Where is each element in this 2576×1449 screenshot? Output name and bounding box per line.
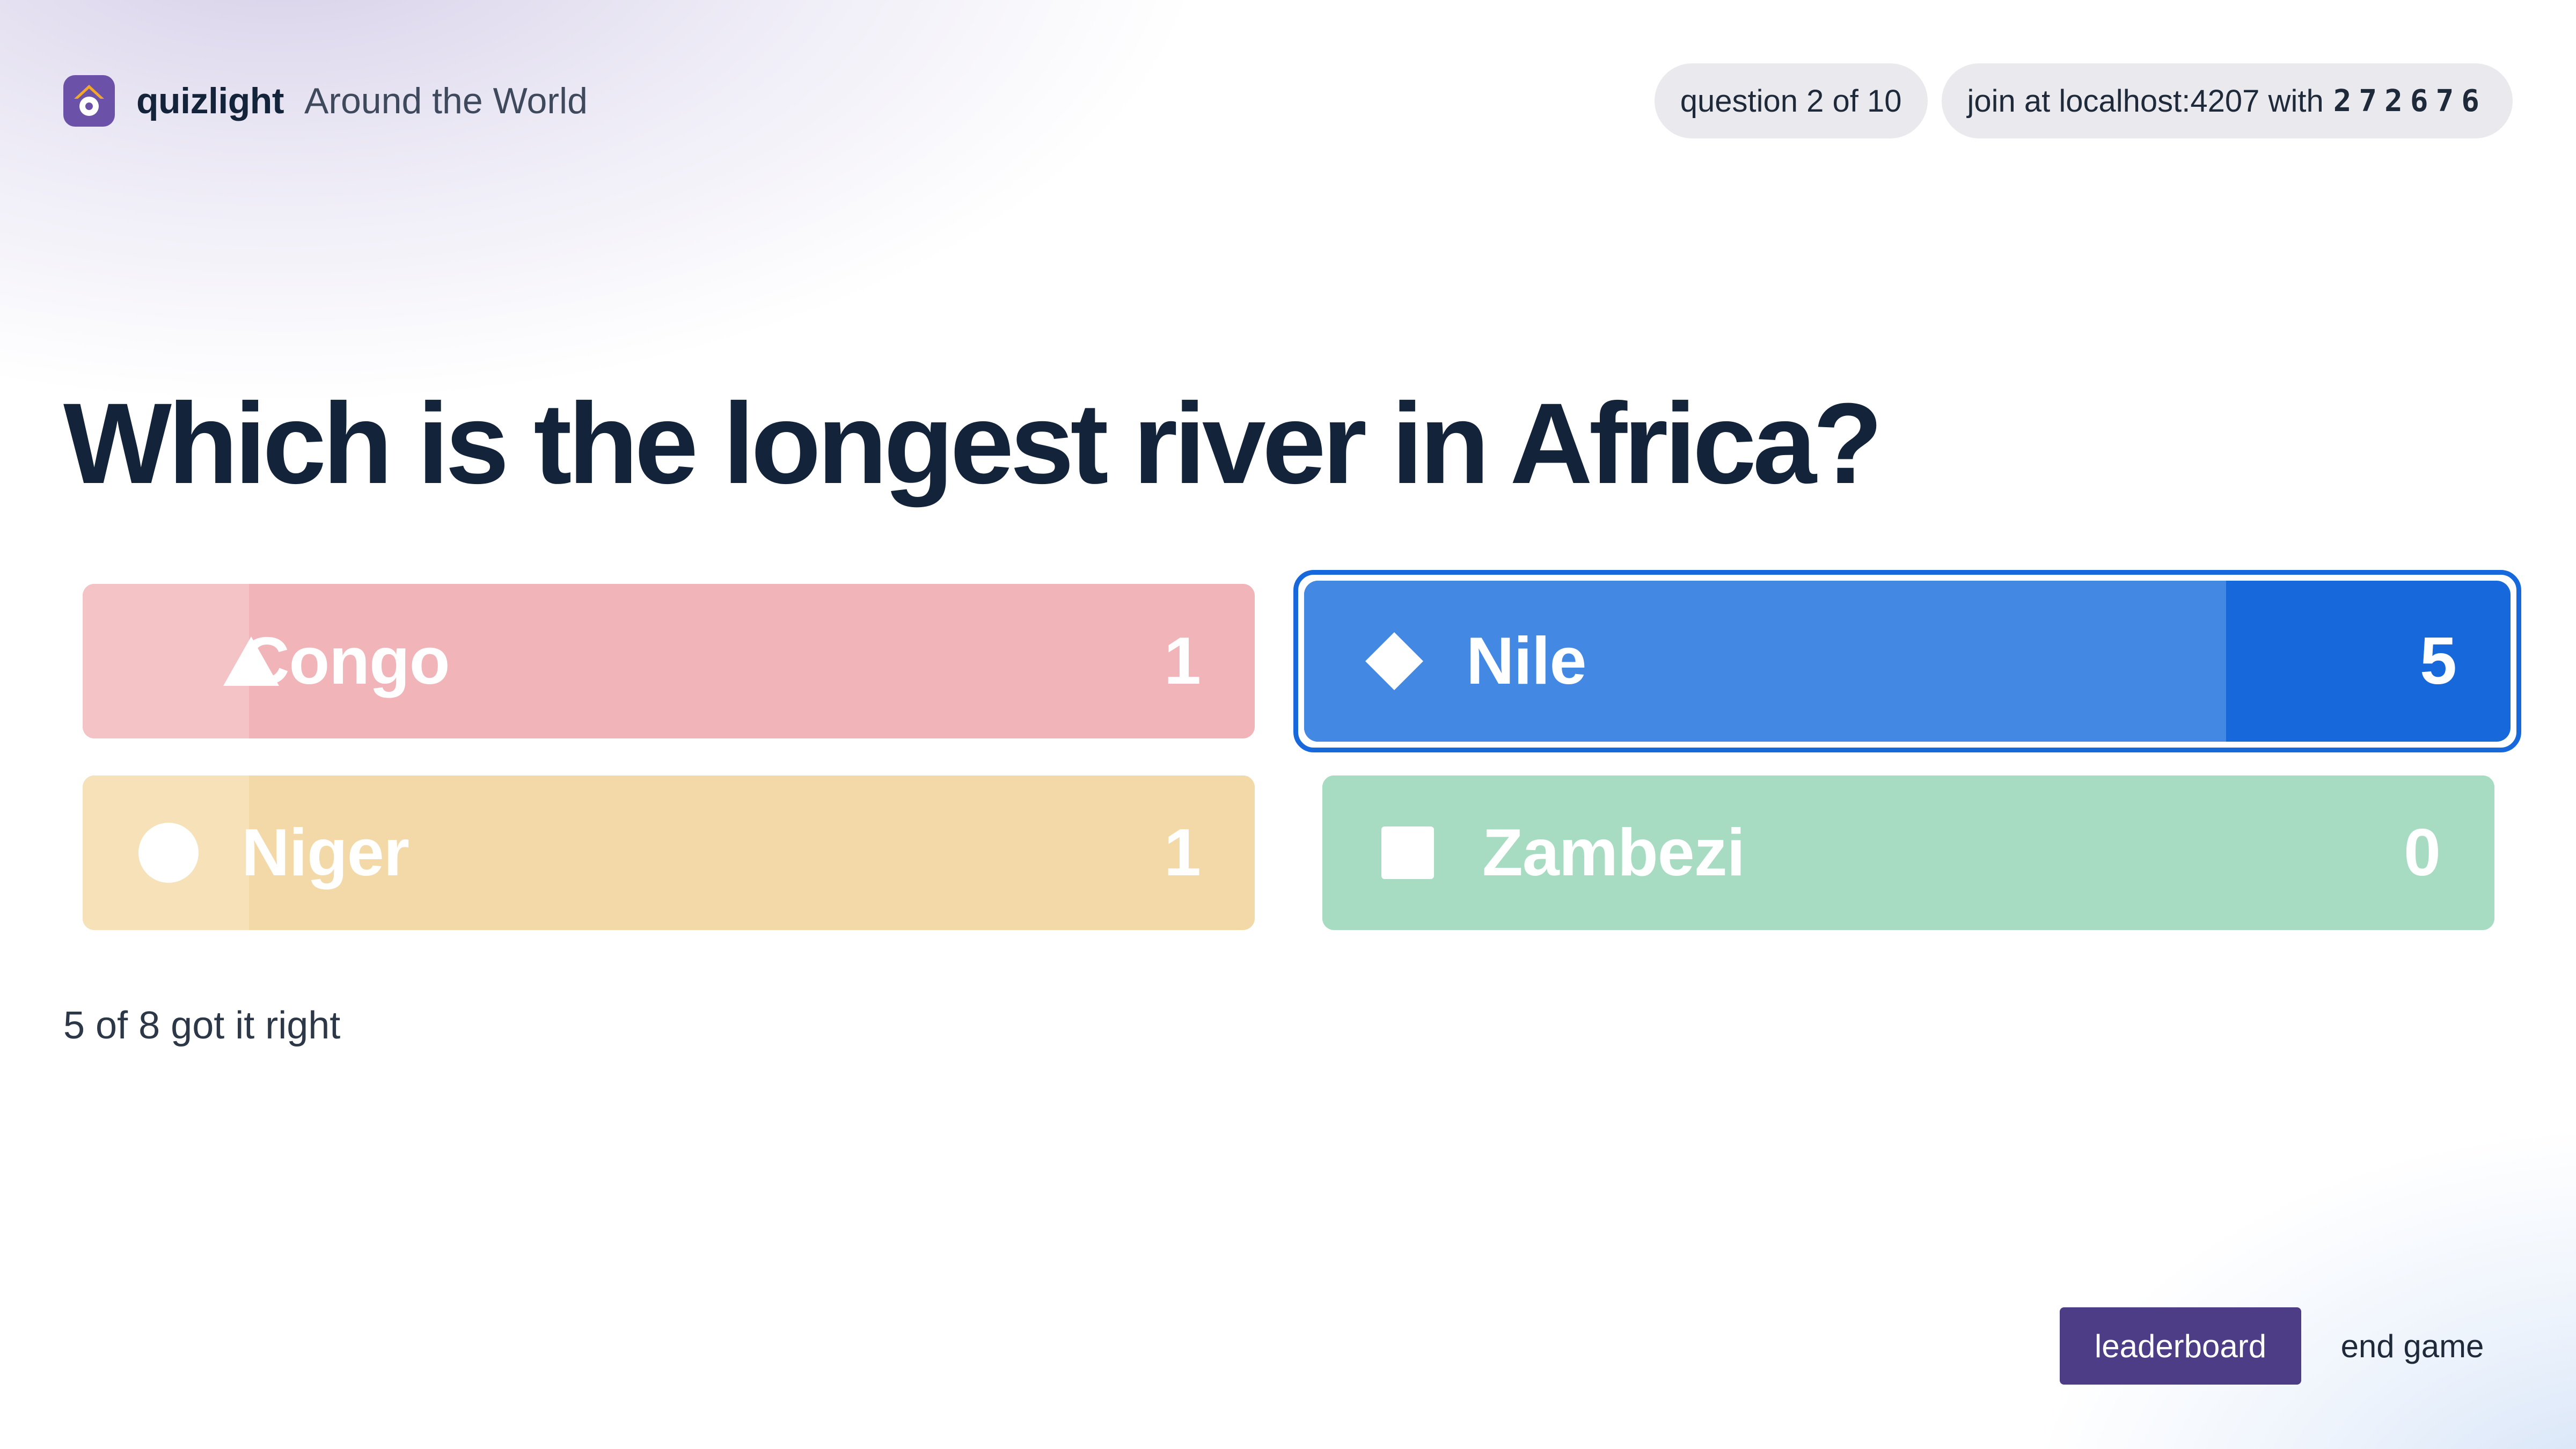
game-pin: 272676 <box>2333 83 2487 119</box>
answer-count: 1 <box>1164 624 1201 698</box>
join-text: join at localhost:4207 with <box>1967 83 2324 119</box>
question-text: Which is the longest river in Africa? <box>63 379 1883 508</box>
question-progress-text: question 2 of 10 <box>1680 83 1902 119</box>
square-icon <box>1381 826 1434 879</box>
question-progress-badge: question 2 of 10 <box>1654 63 1928 138</box>
end-game-button[interactable]: end game <box>2313 1307 2512 1385</box>
answer-label: Niger <box>241 816 409 890</box>
answer-congo: Congo 1 <box>83 584 1255 738</box>
answer-niger: Niger 1 <box>83 775 1255 930</box>
status-pills: question 2 of 10 join at localhost:4207 … <box>1654 63 2513 138</box>
quiz-title: Around the World <box>304 80 588 121</box>
answer-nile: Nile 5 <box>1304 581 2511 742</box>
answer-count: 0 <box>2404 816 2441 890</box>
brand: quizlight Around the World <box>63 74 588 128</box>
answer-label: Congo <box>241 624 450 698</box>
answer-count: 1 <box>1164 816 1201 890</box>
answer-label: Zambezi <box>1482 816 1745 890</box>
diamond-icon <box>1365 632 1423 690</box>
answer-label: Nile <box>1466 624 1586 698</box>
circle-icon <box>138 823 199 883</box>
answer-zambezi: Zambezi 0 <box>1322 775 2494 930</box>
answer-count: 5 <box>2420 624 2457 698</box>
result-summary: 5 of 8 got it right <box>63 1004 341 1047</box>
answer-vote-bar <box>1304 581 2227 742</box>
leaderboard-button[interactable]: leaderboard <box>2060 1307 2301 1385</box>
quizlight-logo-icon <box>63 75 115 127</box>
join-info-badge: join at localhost:4207 with 272676 <box>1941 63 2513 138</box>
brand-name: quizlight <box>136 80 284 121</box>
